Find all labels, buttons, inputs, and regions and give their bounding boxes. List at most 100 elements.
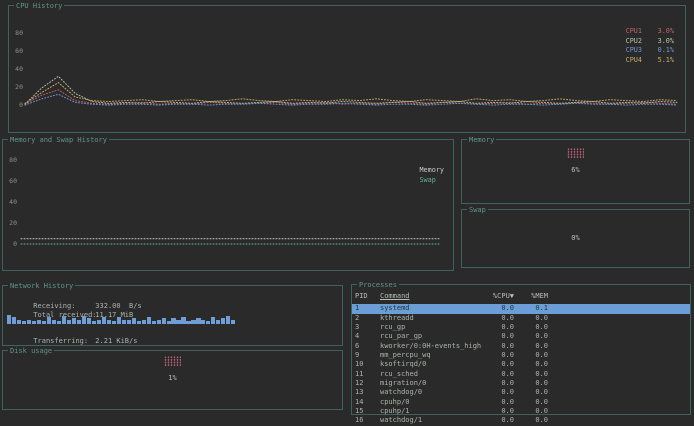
transferring-label: Transferring:	[33, 337, 95, 346]
memory-swap-history-panel: Memory and Swap History 806040200 Memory…	[2, 139, 454, 271]
network-sparkline-bar	[7, 315, 11, 324]
memory-usage-dots-icon	[567, 148, 584, 158]
process-row[interactable]: 12migration/00.00.0	[352, 379, 690, 388]
network-sparkline-bar	[206, 321, 210, 324]
network-sparkline-bar	[162, 318, 166, 324]
process-pid: 16	[355, 416, 380, 425]
process-row[interactable]: 11rcu_sched0.00.0	[352, 370, 690, 379]
process-cpu: 0.0	[482, 416, 514, 425]
process-cpu: 0.0	[482, 304, 514, 313]
process-cpu: 0.0	[482, 388, 514, 397]
process-pid: 13	[355, 388, 380, 397]
swap-gauge-title: Swap	[467, 206, 488, 214]
process-command: systemd	[380, 304, 482, 313]
disk-usage-title: Disk usage	[8, 347, 54, 355]
process-command: watchdog/1	[380, 416, 482, 425]
cpu-legend-item: CPU1 3.0%	[626, 27, 674, 37]
cpu-legend-label: CPU1	[626, 27, 642, 37]
cpu-legend: CPU13.0%CPU23.0%CPU30.1%CPU45.1%	[626, 27, 674, 65]
memswap-legend-label: Memory	[419, 166, 444, 176]
process-row[interactable]: 6kworker/0:0H-events_high0.00.0	[352, 342, 690, 351]
network-sparkline-bar	[17, 320, 21, 324]
process-row[interactable]: 13watchdog/00.00.0	[352, 388, 690, 397]
cpu-legend-label: CPU4	[626, 56, 642, 66]
cpu-legend-value: 0.1%	[650, 46, 674, 56]
process-mem: 0.0	[514, 398, 548, 407]
process-mem: 0.1	[514, 304, 548, 313]
network-sparkline-bar	[97, 320, 101, 324]
network-sparkline-bar	[186, 321, 190, 324]
process-mem: 0.0	[514, 332, 548, 341]
process-command: cpuhp/1	[380, 407, 482, 416]
process-cpu: 0.0	[482, 360, 514, 369]
process-mem: 0.0	[514, 342, 548, 351]
process-command: rcu_par_gp	[380, 332, 482, 341]
network-sparkline-bar	[171, 318, 175, 324]
network-sparkline-bar	[77, 320, 81, 324]
network-history-title: Network History	[8, 282, 75, 290]
network-sparkline-bar	[102, 317, 106, 324]
memory-percent: 6%	[571, 166, 579, 174]
column-header-command[interactable]: Command	[380, 292, 482, 301]
network-receiving-sparkline	[7, 313, 236, 324]
process-cpu: 0.0	[482, 332, 514, 341]
process-row-selected[interactable]: 1systemd0.00.1	[352, 304, 690, 313]
network-sparkline-bar	[62, 316, 66, 324]
column-header-cpu-sort[interactable]: %CPU▼	[482, 292, 514, 301]
disk-percent: 1%	[168, 374, 176, 382]
process-pid: 9	[355, 351, 380, 360]
network-sparkline-bar	[117, 317, 121, 324]
process-cpu: 0.0	[482, 398, 514, 407]
network-sparkline-bar	[57, 321, 61, 324]
cpu-legend-item: CPU30.1%	[626, 46, 674, 56]
network-sparkline-bar	[201, 320, 205, 324]
cpu-history-chart	[9, 6, 685, 132]
cpu-legend-value: 3.0%	[650, 37, 674, 47]
process-row[interactable]: 10ksoftirqd/00.00.0	[352, 360, 690, 369]
network-sparkline-bar	[167, 321, 171, 324]
process-cpu: 0.0	[482, 407, 514, 416]
network-sparkline-bar	[221, 318, 225, 324]
memory-gauge-panel: Memory 6%	[461, 139, 690, 204]
system-monitor-screen: CPU History 806040200 CPU13.0%CPU23.0%CP…	[0, 0, 694, 426]
process-mem: 0.0	[514, 323, 548, 332]
process-mem: 0.0	[514, 314, 548, 323]
process-command: cpuhp/0	[380, 398, 482, 407]
process-pid: 14	[355, 398, 380, 407]
cpu-legend-item: CPU45.1%	[626, 56, 674, 66]
process-row[interactable]: 14cpuhp/00.00.0	[352, 398, 690, 407]
process-row[interactable]: 16watchdog/10.00.0	[352, 416, 690, 425]
network-sparkline-bar	[27, 320, 31, 324]
network-sparkline-bar	[181, 317, 185, 324]
process-command: watchdog/0	[380, 388, 482, 397]
network-sparkline-bar	[211, 317, 215, 324]
process-row[interactable]: 3rcu_gp0.00.0	[352, 323, 690, 332]
process-cpu: 0.0	[482, 342, 514, 351]
cpu-legend-label: CPU2	[626, 37, 642, 47]
network-sparkline-bar	[12, 317, 16, 324]
column-header-mem[interactable]: %MEM	[514, 292, 548, 301]
network-sparkline-bar	[112, 321, 116, 324]
process-mem: 0.0	[514, 360, 548, 369]
network-sparkline-bar	[107, 320, 111, 324]
network-sparkline-bar	[157, 320, 161, 324]
memory-swap-legend: MemorySwap	[419, 166, 444, 185]
network-sparkline-bar	[127, 320, 131, 324]
network-sparkline-bar	[132, 318, 136, 324]
process-cpu: 0.0	[482, 379, 514, 388]
process-pid: 1	[355, 304, 380, 313]
process-row[interactable]: 15cpuhp/10.00.0	[352, 407, 690, 416]
process-mem: 0.0	[514, 379, 548, 388]
cpu-legend-value: 3.0%	[650, 27, 674, 37]
process-row[interactable]: 2kthreadd0.00.0	[352, 314, 690, 323]
disk-usage-dots-icon	[164, 356, 181, 366]
process-mem: 0.0	[514, 351, 548, 360]
column-header-pid[interactable]: PID	[355, 292, 380, 301]
processes-header: PID Command %CPU▼ %MEM	[352, 292, 690, 301]
process-cpu: 0.0	[482, 323, 514, 332]
process-row[interactable]: 4rcu_par_gp0.00.0	[352, 332, 690, 341]
processes-panel: Processes PID Command %CPU▼ %MEM 1system…	[351, 284, 691, 415]
processes-title: Processes	[357, 281, 399, 289]
network-sparkline-bar	[72, 318, 76, 324]
process-row[interactable]: 9mm_percpu_wq0.00.0	[352, 351, 690, 360]
